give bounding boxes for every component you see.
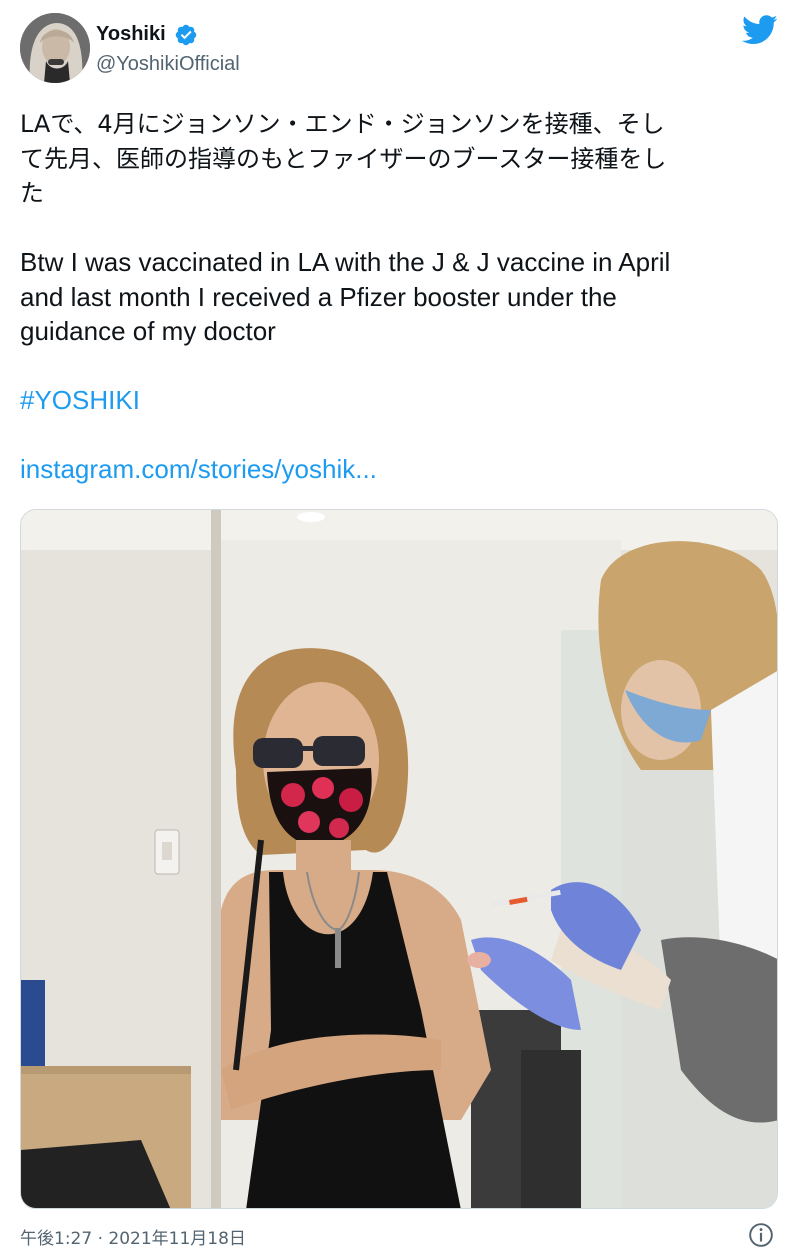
tweet-text-jp-line: て先月、医師の指導のもとファイザーのブースター接種をし [20,144,667,173]
hashtag-link[interactable]: #YOSHIKI [20,383,765,418]
tweet-text-en-line: guidance of my doctor [20,316,276,346]
tweet-photo[interactable] [20,509,778,1209]
instagram-link[interactable]: instagram.com/stories/yoshik... [20,452,765,487]
tweet-text-en-line: Btw I was vaccinated in LA with the J & … [20,247,671,277]
vaccination-photo [21,510,777,1208]
tweet-text: LAで、4月にジョンソン・エンド・ジョンソンを接種、そし て先月、医師の指導のも… [20,107,765,487]
tweet-text-jp-line: た [20,179,44,207]
avatar[interactable] [20,13,90,83]
timestamp[interactable]: 午後1:27 · 2021年11月18日 [20,1224,246,1249]
tweet-footer: 午後1:27 · 2021年11月18日 [20,1222,780,1250]
display-name[interactable]: Yoshiki [96,22,166,46]
twitter-bird-icon[interactable] [742,15,778,45]
verified-badge-icon [175,24,197,46]
tweet-header: Yoshiki @YoshikiOfficial [20,13,780,85]
tweet-text-en-line: and last month I received a Pfizer boost… [20,281,617,312]
info-icon[interactable] [748,1222,774,1248]
tweet-text-jp-line: LAで、4月にジョンソン・エンド・ジョンソンを接種、そし [20,110,665,138]
user-handle[interactable]: @YoshikiOfficial [96,52,240,76]
